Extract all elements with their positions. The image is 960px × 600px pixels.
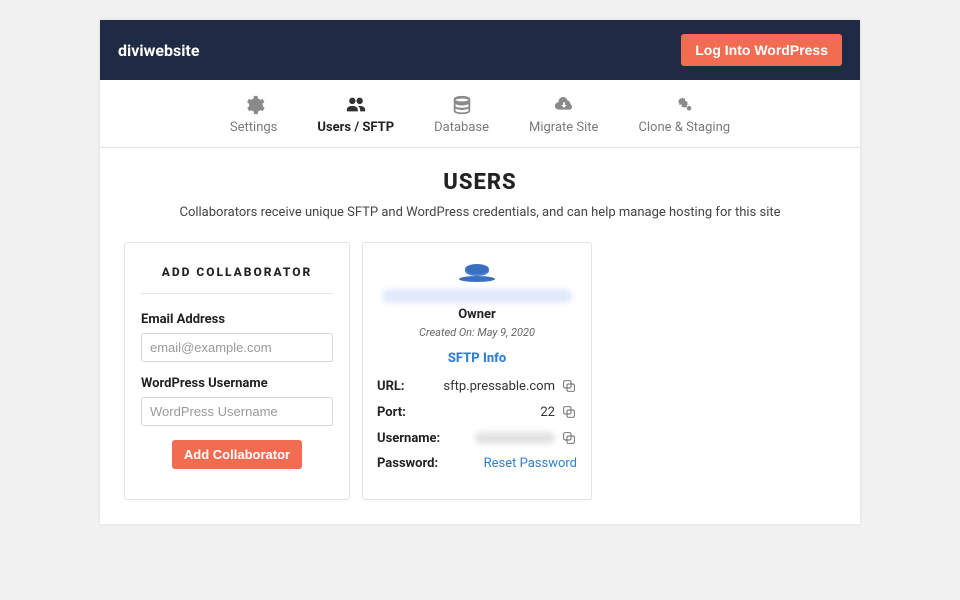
gear-icon (243, 94, 265, 116)
tab-label: Settings (230, 120, 277, 135)
email-label: Email Address (141, 312, 333, 327)
copy-icon[interactable] (561, 430, 577, 446)
add-collaborator-heading: ADD COLLABORATOR (141, 265, 333, 294)
copy-icon[interactable] (561, 404, 577, 420)
copy-icon[interactable] (561, 378, 577, 394)
page-subtitle: Collaborators receive unique SFTP and Wo… (100, 205, 860, 220)
gears-icon (673, 94, 695, 116)
cards-row: ADD COLLABORATOR Email Address WordPress… (100, 242, 860, 524)
add-collaborator-button[interactable]: Add Collaborator (172, 440, 302, 469)
sftp-url-row: URL: sftp.pressable.com (377, 378, 577, 394)
tab-label: Migrate Site (529, 120, 598, 135)
owner-name-redacted (382, 289, 572, 303)
tab-bar: Settings Users / SFTP Database Migrate S… (100, 80, 860, 148)
wp-username-input[interactable] (141, 397, 333, 426)
site-title: diviwebsite (118, 41, 199, 60)
tab-migrate-site[interactable]: Migrate Site (529, 94, 598, 135)
sftp-info-heading: SFTP Info (377, 351, 577, 366)
owner-card: Owner Created On: May 9, 2020 SFTP Info … (362, 242, 592, 500)
login-wordpress-button[interactable]: Log Into WordPress (681, 34, 842, 66)
sftp-url-value: sftp.pressable.com (443, 379, 555, 394)
page-title: USERS (100, 170, 860, 195)
sftp-password-label: Password: (377, 456, 457, 471)
add-collaborator-card: ADD COLLABORATOR Email Address WordPress… (124, 242, 350, 500)
users-icon (345, 94, 367, 116)
sftp-username-value-redacted (457, 431, 555, 446)
sftp-username-row: Username: (377, 430, 577, 446)
top-bar: diviwebsite Log Into WordPress (100, 20, 860, 80)
cloud-download-icon (553, 94, 575, 116)
sftp-url-label: URL: (377, 379, 443, 394)
owner-created-date: Created On: May 9, 2020 (377, 326, 577, 339)
sftp-port-row: Port: 22 (377, 404, 577, 420)
database-icon (451, 94, 473, 116)
tab-database[interactable]: Database (434, 94, 489, 135)
reset-password-link[interactable]: Reset Password (484, 456, 577, 471)
tab-label: Clone & Staging (638, 120, 730, 135)
sftp-port-label: Port: (377, 405, 457, 420)
wp-username-label: WordPress Username (141, 376, 333, 391)
tab-label: Users / SFTP (317, 120, 394, 135)
sftp-username-label: Username: (377, 431, 457, 446)
tab-clone-staging[interactable]: Clone & Staging (638, 94, 730, 135)
tab-users-sftp[interactable]: Users / SFTP (317, 94, 394, 135)
owner-hat-icon (457, 259, 497, 283)
owner-role-label: Owner (377, 307, 577, 322)
tab-settings[interactable]: Settings (230, 94, 277, 135)
tab-label: Database (434, 120, 489, 135)
email-input[interactable] (141, 333, 333, 362)
sftp-port-value: 22 (457, 405, 555, 420)
sftp-password-row: Password: Reset Password (377, 456, 577, 471)
